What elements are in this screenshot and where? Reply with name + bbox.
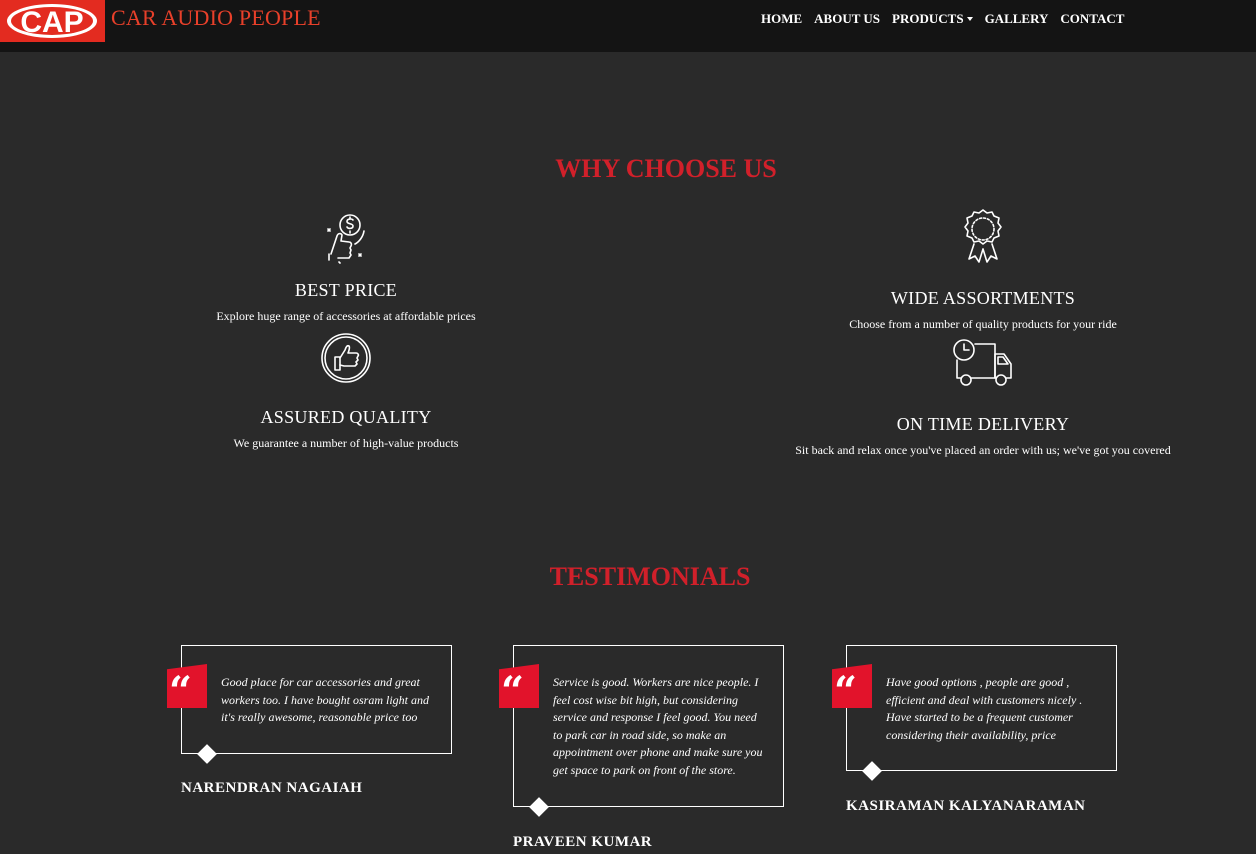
logo[interactable]: CAP xyxy=(0,0,105,42)
why-choose-us-title: WHY CHOOSE US xyxy=(555,154,777,183)
quote-icon: “ xyxy=(832,664,872,708)
feature-description: Sit back and relax once you've placed an… xyxy=(795,443,1171,457)
feature-on-time-delivery: ON TIME DELIVERY Sit back and relax once… xyxy=(763,338,1203,458)
svg-text:CAP: CAP xyxy=(20,6,83,39)
caret-down-icon xyxy=(966,17,973,21)
testimonial-author: KASIRAMAN KALYANARAMAN xyxy=(846,798,1086,814)
delivery-truck-icon xyxy=(953,339,1012,386)
testimonial-text: Good place for car accessories and great… xyxy=(221,675,429,725)
brand-name[interactable]: CAR AUDIO PEOPLE xyxy=(111,5,321,31)
nav-about-us[interactable]: ABOUT US xyxy=(814,11,880,27)
navbar: CAP CAR AUDIO PEOPLE HOME ABOUT US PRODU… xyxy=(0,0,1256,52)
feature-best-price: BEST PRICE Explore huge range of accesso… xyxy=(186,210,506,324)
feature-description: We guarantee a number of high-value prod… xyxy=(233,436,459,450)
feature-wide-assortments: WIDE ASSORTMENTS Choose from a number of… xyxy=(783,208,1183,332)
feature-title: ON TIME DELIVERY xyxy=(896,414,1070,434)
testimonial-author: NARENDRAN NAGAIAH xyxy=(181,780,363,796)
nav-gallery[interactable]: GALLERY xyxy=(985,11,1049,27)
nav-products[interactable]: PRODUCTS xyxy=(892,11,973,27)
quote-icon: “ xyxy=(167,664,207,708)
feature-title: ASSURED QUALITY xyxy=(260,407,432,427)
award-badge-icon xyxy=(964,209,1002,263)
quote-icon: “ xyxy=(499,664,539,708)
testimonial-card: “ Service is good. Workers are nice peop… xyxy=(499,645,784,817)
diamond-pointer xyxy=(862,761,882,781)
logo-mark: CAP xyxy=(7,4,97,39)
testimonial-text: Service is good. Workers are nice people… xyxy=(553,675,763,777)
nav-menu: HOME ABOUT US PRODUCTS GALLERY CONTACT xyxy=(761,11,1124,27)
feature-description: Choose from a number of quality products… xyxy=(849,317,1117,331)
nav-home[interactable]: HOME xyxy=(761,11,802,27)
nav-products-label: PRODUCTS xyxy=(892,11,964,26)
nav-contact[interactable]: CONTACT xyxy=(1060,11,1124,27)
price-hand-icon xyxy=(327,214,365,264)
testimonial-text: Have good options , people are good , ef… xyxy=(886,675,1083,742)
feature-title: BEST PRICE xyxy=(294,280,398,300)
feature-assured-quality: ASSURED QUALITY We guarantee a number of… xyxy=(186,331,506,451)
testimonial-card: “ Good place for car accessories and gre… xyxy=(167,645,452,764)
testimonials-title: TESTIMONIALS xyxy=(549,562,751,591)
feature-title: WIDE ASSORTMENTS xyxy=(890,288,1076,308)
testimonial-author: PRAVEEN KUMAR xyxy=(513,834,653,850)
diamond-pointer xyxy=(529,797,549,817)
testimonial-card: “ Have good options , people are good , … xyxy=(832,645,1117,781)
feature-description: Explore huge range of accessories at aff… xyxy=(216,309,476,323)
diamond-pointer xyxy=(197,744,217,764)
thumbs-up-icon xyxy=(321,333,371,383)
